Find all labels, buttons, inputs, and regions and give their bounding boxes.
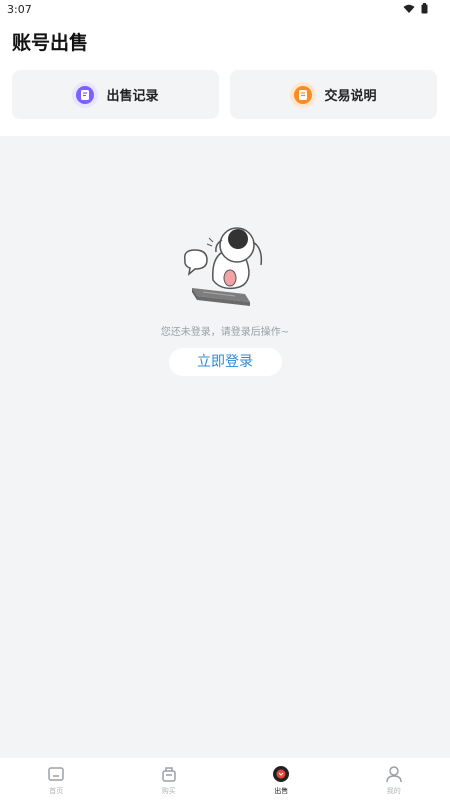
trade-note-card[interactable]: 交易说明 <box>230 70 437 119</box>
status-time: 3:07 <box>7 3 32 16</box>
tab-buy-label: 购买 <box>161 787 176 795</box>
page-title: 账号出售 <box>12 32 89 54</box>
empty-illustration <box>183 227 263 306</box>
battery-icon <box>421 3 428 14</box>
trade-note-icon <box>290 81 317 108</box>
tab-mine[interactable]: 我的 <box>338 758 450 800</box>
sale-record-icon <box>72 81 99 108</box>
tab-home-label: 首页 <box>49 787 64 795</box>
login-button[interactable]: 立即登录 <box>168 348 282 376</box>
tab-buy[interactable]: 购买 <box>113 758 226 800</box>
sell-icon <box>271 764 291 784</box>
tab-sell[interactable]: 出售 <box>225 758 338 800</box>
basket-icon <box>159 764 179 784</box>
sale-record-card[interactable]: 出售记录 <box>12 70 219 119</box>
login-prompt-text: 您还未登录，请登录后操作~ <box>160 327 290 338</box>
tab-sell-label: 出售 <box>274 787 289 795</box>
home-icon <box>46 764 66 784</box>
empty-state: 您还未登录，请登录后操作~ 立即登录 <box>0 220 450 376</box>
status-icons <box>403 3 428 14</box>
trade-note-label: 交易说明 <box>324 89 377 104</box>
status-bar: 3:07 <box>0 0 450 20</box>
sale-record-label: 出售记录 <box>106 89 159 104</box>
wifi-icon <box>403 4 415 13</box>
tab-home[interactable]: 首页 <box>0 758 113 800</box>
tab-mine-label: 我的 <box>386 787 401 795</box>
top-section: 3:07 账号出售 出售记录 交易说明 <box>0 0 450 136</box>
bottom-tab-bar: 首页 购买 出售 我的 <box>0 758 450 800</box>
profile-icon <box>384 764 404 784</box>
